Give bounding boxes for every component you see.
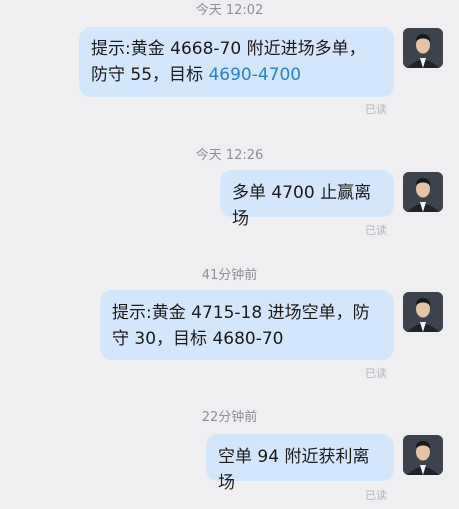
message-link[interactable]: 4690-4700: [208, 65, 301, 85]
avatar-icon: [403, 28, 443, 68]
message-bubble[interactable]: 多单 4700 止赢离场: [220, 170, 394, 229]
read-receipt: 已读: [365, 103, 387, 116]
message-text: 提示:黄金 4715-18 进场空单，防守 30，目标 4680-70: [112, 303, 370, 349]
avatar[interactable]: [403, 28, 443, 68]
message-text: 空单 94 附近获利离场: [218, 447, 370, 493]
avatar[interactable]: [403, 292, 443, 332]
message-bubble[interactable]: 提示:黄金 4715-18 进场空单，防守 30，目标 4680-70: [100, 290, 394, 360]
message-text: 多单 4700 止赢离场: [232, 183, 372, 229]
message-bubble[interactable]: 提示:黄金 4668-70 附近进场多单，防守 55，目标 4690-4700: [79, 27, 394, 97]
timestamp: 今天 12:26: [195, 148, 264, 163]
avatar-icon: [403, 435, 443, 475]
avatar-icon: [403, 172, 443, 212]
avatar[interactable]: [403, 435, 443, 475]
timestamp: 今天 12:02: [195, 3, 264, 18]
timestamp: 22分钟前: [201, 410, 258, 425]
read-receipt: 已读: [365, 224, 387, 237]
read-receipt: 已读: [365, 367, 387, 380]
avatar[interactable]: [403, 172, 443, 212]
chat-screen: 今天 12:02 提示:黄金 4668-70 附近进场多单，防守 55，目标 4…: [0, 0, 459, 509]
message-bubble[interactable]: 空单 94 附近获利离场: [206, 434, 394, 493]
timestamp: 41分钟前: [201, 268, 258, 283]
avatar-icon: [403, 292, 443, 332]
read-receipt: 已读: [365, 489, 387, 502]
